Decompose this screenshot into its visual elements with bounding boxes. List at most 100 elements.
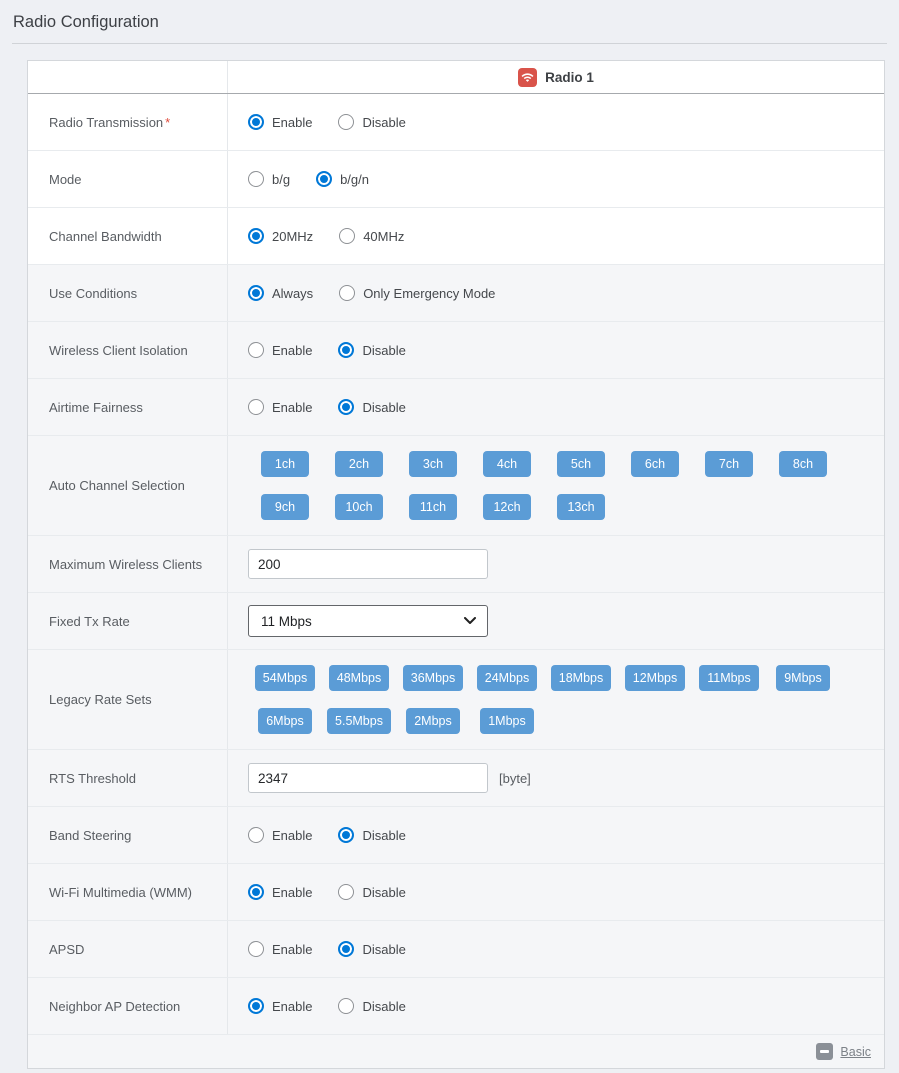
radio-option-label: Disable — [362, 828, 405, 843]
fixed-tx-rate-select[interactable]: 11 Mbps — [248, 605, 488, 637]
radio-button-selected[interactable] — [338, 941, 354, 957]
radio-button-selected[interactable] — [248, 998, 264, 1014]
button-9ch[interactable]: 9ch — [261, 494, 309, 520]
button-4ch[interactable]: 4ch — [483, 451, 531, 477]
radio-option-disable[interactable]: Disable — [338, 399, 405, 415]
button-36mbps[interactable]: 36Mbps — [403, 665, 463, 691]
button-1ch[interactable]: 1ch — [261, 451, 309, 477]
basic-toggle-link[interactable]: Basic — [840, 1045, 871, 1059]
button-54mbps[interactable]: 54Mbps — [255, 665, 315, 691]
radio-option-label: Enable — [272, 942, 312, 957]
radio-button[interactable] — [248, 171, 264, 187]
radio-button[interactable] — [248, 827, 264, 843]
radio-option-disable[interactable]: Disable — [338, 827, 405, 843]
button-6ch[interactable]: 6ch — [631, 451, 679, 477]
config-row-airtime-fairness: Airtime FairnessEnableDisable — [28, 379, 884, 436]
radio-button-selected[interactable] — [248, 114, 264, 130]
button-1mbps[interactable]: 1Mbps — [480, 708, 534, 734]
radio-button[interactable] — [248, 399, 264, 415]
button-8ch[interactable]: 8ch — [779, 451, 827, 477]
radio-button-selected[interactable] — [338, 399, 354, 415]
button-12mbps[interactable]: 12Mbps — [625, 665, 685, 691]
button-slot: 2Mbps — [396, 708, 470, 734]
button-5-5mbps[interactable]: 5.5Mbps — [327, 708, 391, 734]
config-row-apsd: APSDEnableDisable — [28, 921, 884, 978]
button-10ch[interactable]: 10ch — [335, 494, 383, 520]
radio-option-disable[interactable]: Disable — [338, 998, 405, 1014]
radio-button[interactable] — [339, 228, 355, 244]
button-6mbps[interactable]: 6Mbps — [258, 708, 312, 734]
row-label-cell: Wi-Fi Multimedia (WMM) — [28, 864, 228, 920]
button-13ch[interactable]: 13ch — [557, 494, 605, 520]
row-label: Wireless Client Isolation — [49, 343, 188, 358]
radio-option-disable[interactable]: Disable — [338, 342, 405, 358]
radio-option-label: Disable — [362, 400, 405, 415]
page-title: Radio Configuration — [0, 0, 899, 32]
rts-threshold-input[interactable] — [248, 763, 488, 793]
radio-option-label: Disable — [362, 942, 405, 957]
row-label: Neighbor AP Detection — [49, 999, 180, 1014]
button-slot: 13ch — [544, 494, 618, 520]
row-label-cell: Radio Transmission* — [28, 94, 228, 150]
button-7ch[interactable]: 7ch — [705, 451, 753, 477]
button-slot: 3ch — [396, 451, 470, 477]
button-slot: 5.5Mbps — [322, 708, 396, 734]
radio-button-selected[interactable] — [316, 171, 332, 187]
button-9mbps[interactable]: 9Mbps — [776, 665, 830, 691]
radio-option-enable[interactable]: Enable — [248, 941, 312, 957]
radio-option-enable[interactable]: Enable — [248, 998, 312, 1014]
button-18mbps[interactable]: 18Mbps — [551, 665, 611, 691]
button-11ch[interactable]: 11ch — [409, 494, 457, 520]
row-content-cell: Enable Disable — [228, 322, 884, 378]
radio-option-label: Enable — [272, 999, 312, 1014]
radio-button[interactable] — [338, 998, 354, 1014]
button-3ch[interactable]: 3ch — [409, 451, 457, 477]
radio-option-only-emergency-mode[interactable]: Only Emergency Mode — [339, 285, 495, 301]
button-48mbps[interactable]: 48Mbps — [329, 665, 389, 691]
radio-option-b-g-n[interactable]: b/g/n — [316, 171, 369, 187]
button-12ch[interactable]: 12ch — [483, 494, 531, 520]
radio-button-selected[interactable] — [248, 285, 264, 301]
collapse-minus-icon[interactable] — [816, 1043, 833, 1060]
radio-button[interactable] — [338, 884, 354, 900]
radio-option-enable[interactable]: Enable — [248, 342, 312, 358]
radio-button-selected[interactable] — [248, 884, 264, 900]
radio-option-b-g[interactable]: b/g — [248, 171, 290, 187]
select-value: 11 Mbps — [261, 614, 312, 629]
radio-option-label: Enable — [272, 115, 312, 130]
button-11mbps[interactable]: 11Mbps — [699, 665, 759, 691]
button-2mbps[interactable]: 2Mbps — [406, 708, 460, 734]
title-divider — [12, 43, 887, 44]
row-content-cell: 54Mbps 48Mbps 36Mbps 24Mbps 18Mbps 12Mbps 11Mb… — [228, 650, 884, 749]
radio-option-20mhz[interactable]: 20MHz — [248, 228, 313, 244]
radio-button-selected[interactable] — [248, 228, 264, 244]
row-content-cell: Enable Disable — [228, 921, 884, 977]
row-content-cell: 20MHz 40MHz — [228, 208, 884, 264]
radio-option-always[interactable]: Always — [248, 285, 313, 301]
button-2ch[interactable]: 2ch — [335, 451, 383, 477]
radio-option-label: Only Emergency Mode — [363, 286, 495, 301]
radio-option-disable[interactable]: Disable — [338, 114, 405, 130]
row-label-cell: Legacy Rate Sets — [28, 650, 228, 749]
maximum-wireless-clients-input[interactable] — [248, 549, 488, 579]
radio-button-selected[interactable] — [338, 827, 354, 843]
button-slot: 4ch — [470, 451, 544, 477]
button-5ch[interactable]: 5ch — [557, 451, 605, 477]
button-slot: 12ch — [470, 494, 544, 520]
row-content-cell: Enable Disable — [228, 864, 884, 920]
radio-option-enable[interactable]: Enable — [248, 827, 312, 843]
button-24mbps[interactable]: 24Mbps — [477, 665, 537, 691]
radio-option-40mhz[interactable]: 40MHz — [339, 228, 404, 244]
radio-button-selected[interactable] — [338, 342, 354, 358]
radio-option-enable[interactable]: Enable — [248, 399, 312, 415]
radio-option-disable[interactable]: Disable — [338, 884, 405, 900]
radio-button[interactable] — [338, 114, 354, 130]
radio-option-disable[interactable]: Disable — [338, 941, 405, 957]
radio-button[interactable] — [339, 285, 355, 301]
row-label: Radio Transmission — [49, 115, 163, 130]
wifi-icon — [518, 68, 537, 87]
radio-button[interactable] — [248, 342, 264, 358]
radio-option-enable[interactable]: Enable — [248, 884, 312, 900]
radio-button[interactable] — [248, 941, 264, 957]
radio-option-enable[interactable]: Enable — [248, 114, 312, 130]
